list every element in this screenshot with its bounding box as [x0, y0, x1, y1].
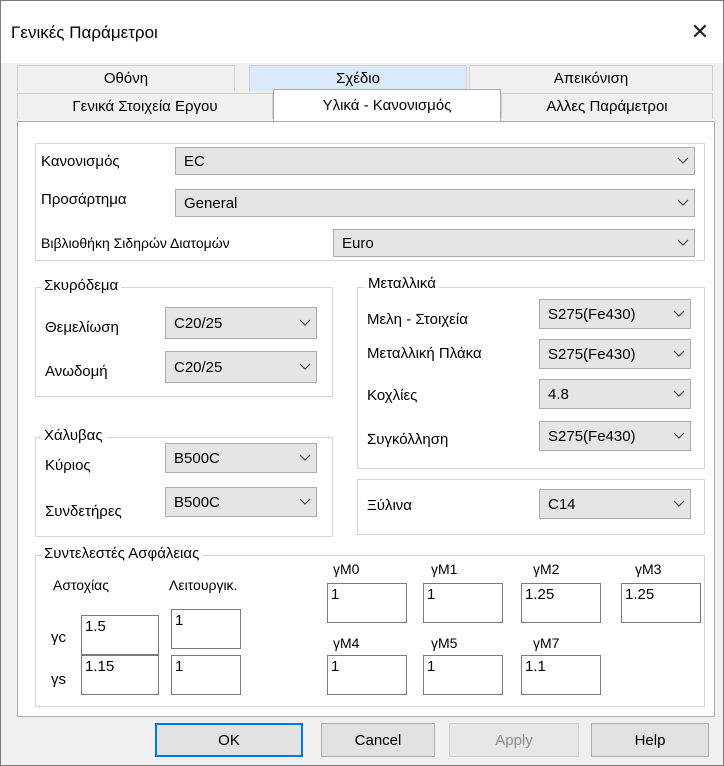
prosartima-value: General — [184, 194, 238, 212]
tab-othoni[interactable]: Οθόνη — [17, 65, 235, 91]
gm4-input[interactable]: 1 — [327, 655, 407, 695]
gm0-label: γM0 — [333, 561, 360, 577]
steel-group-title: Χάλυβας — [41, 427, 106, 444]
gc-leitourgik-input[interactable]: 1 — [171, 609, 241, 649]
vivliothiki-value: Euro — [342, 234, 374, 252]
tab-genika-stoixeia[interactable]: Γενικά Στοιχεία Εργου — [17, 93, 273, 119]
gs-astoxias-input[interactable]: 1.15 — [81, 655, 159, 695]
chevron-down-icon — [294, 498, 316, 506]
gm1-input[interactable]: 1 — [423, 583, 503, 623]
ok-button[interactable]: OK — [155, 723, 303, 757]
gm1-label: γM1 — [431, 561, 458, 577]
chevron-down-icon — [672, 199, 694, 207]
kyrios-select[interactable]: B500C — [165, 443, 317, 473]
themeliosi-label: Θεμελίωση — [45, 319, 119, 336]
title-bar: Γενικές Παράμετροι ✕ — [1, 1, 723, 63]
kyrios-value: B500C — [174, 449, 220, 467]
themeliosi-select[interactable]: C20/25 — [165, 307, 317, 339]
gm3-label: γM3 — [635, 561, 662, 577]
plaka-value: S275(Fe430) — [548, 345, 636, 363]
meli-select[interactable]: S275(Fe430) — [539, 299, 691, 329]
metal-group-title: Μεταλλικά — [365, 275, 439, 292]
syndetires-value: B500C — [174, 493, 220, 511]
apply-button[interactable]: Apply — [449, 723, 579, 757]
gm5-label: γM5 — [431, 635, 458, 651]
vivliothiki-select[interactable]: Euro — [333, 229, 695, 257]
koxlies-label: Κοχλίες — [367, 387, 418, 404]
col-astoxias-label: Αστοχίας — [53, 577, 110, 593]
gm2-input[interactable]: 1.25 — [521, 583, 601, 623]
prosartima-label: Προσάρτημα — [41, 191, 127, 208]
kyrios-label: Κύριος — [45, 457, 91, 474]
themeliosi-value: C20/25 — [174, 314, 223, 332]
koxlies-value: 4.8 — [548, 385, 569, 403]
gm3-input[interactable]: 1.25 — [621, 583, 701, 623]
tab-ylika-kanonismos[interactable]: Υλικά - Κανονισμός — [273, 89, 501, 121]
meli-label: Μελη - Στοιχεία — [367, 311, 468, 328]
col-leitourgik-label: Λειτουργικ. — [169, 577, 238, 593]
gm4-label: γM4 — [333, 635, 360, 651]
anodomi-label: Ανωδομή — [45, 363, 108, 380]
chevron-down-icon — [668, 310, 690, 318]
gs-label: γs — [51, 671, 66, 688]
anodomi-value: C20/25 — [174, 358, 223, 376]
anodomi-select[interactable]: C20/25 — [165, 351, 317, 383]
safety-group-title: Συντελεστές Ασφάλειας — [41, 545, 203, 562]
gc-astoxias-input[interactable]: 1.5 — [81, 615, 159, 655]
chevron-down-icon — [294, 319, 316, 327]
prosartima-select[interactable]: General — [175, 189, 695, 217]
wood-label: Ξύλινα — [367, 497, 412, 514]
kanonismos-label: Κανονισμός — [41, 153, 120, 170]
gc-label: γc — [51, 629, 66, 646]
syndetires-label: Συνδετήρες — [45, 503, 122, 520]
plaka-label: Μεταλλική Πλάκα — [367, 345, 482, 362]
gm7-input[interactable]: 1.1 — [521, 655, 601, 695]
chevron-down-icon — [668, 500, 690, 508]
chevron-down-icon — [294, 454, 316, 462]
sygkollisi-label: Συγκόλληση — [367, 431, 449, 448]
chevron-down-icon — [294, 363, 316, 371]
syndetires-select[interactable]: B500C — [165, 487, 317, 517]
tab-alles-parametroi[interactable]: Αλλες Παράμετροι — [501, 93, 713, 119]
tab-sxedio[interactable]: Σχέδιο — [249, 65, 467, 91]
sygkollisi-select[interactable]: S275(Fe430) — [539, 421, 691, 451]
meli-value: S275(Fe430) — [548, 305, 636, 323]
koxlies-select[interactable]: 4.8 — [539, 379, 691, 409]
chevron-down-icon — [672, 157, 694, 165]
plaka-select[interactable]: S275(Fe430) — [539, 339, 691, 369]
chevron-down-icon — [668, 350, 690, 358]
dialog-window: Γενικές Παράμετροι ✕ Οθόνη Σχέδιο Απεικό… — [0, 0, 724, 766]
gm5-input[interactable]: 1 — [423, 655, 503, 695]
tab-apeikonisi[interactable]: Απεικόνιση — [469, 65, 713, 91]
close-icon[interactable]: ✕ — [683, 15, 717, 49]
kanonismos-value: EC — [184, 152, 205, 170]
gm0-input[interactable]: 1 — [327, 583, 407, 623]
chevron-down-icon — [672, 239, 694, 247]
concrete-group-title: Σκυρόδεμα — [41, 277, 122, 294]
wood-select[interactable]: C14 — [539, 489, 691, 519]
kanonismos-select[interactable]: EC — [175, 147, 695, 175]
chevron-down-icon — [668, 390, 690, 398]
gm7-label: γM7 — [533, 635, 560, 651]
cancel-button[interactable]: Cancel — [321, 723, 435, 757]
vivliothiki-label: Βιβλιοθήκη Σιδηρών Διατομών — [41, 235, 230, 251]
help-button[interactable]: Help — [591, 723, 709, 757]
window-title: Γενικές Παράμετροι — [11, 23, 158, 42]
gs-leitourgik-input[interactable]: 1 — [171, 655, 241, 695]
wood-value: C14 — [548, 495, 576, 513]
gm2-label: γM2 — [533, 561, 560, 577]
sygkollisi-value: S275(Fe430) — [548, 427, 636, 445]
chevron-down-icon — [668, 432, 690, 440]
